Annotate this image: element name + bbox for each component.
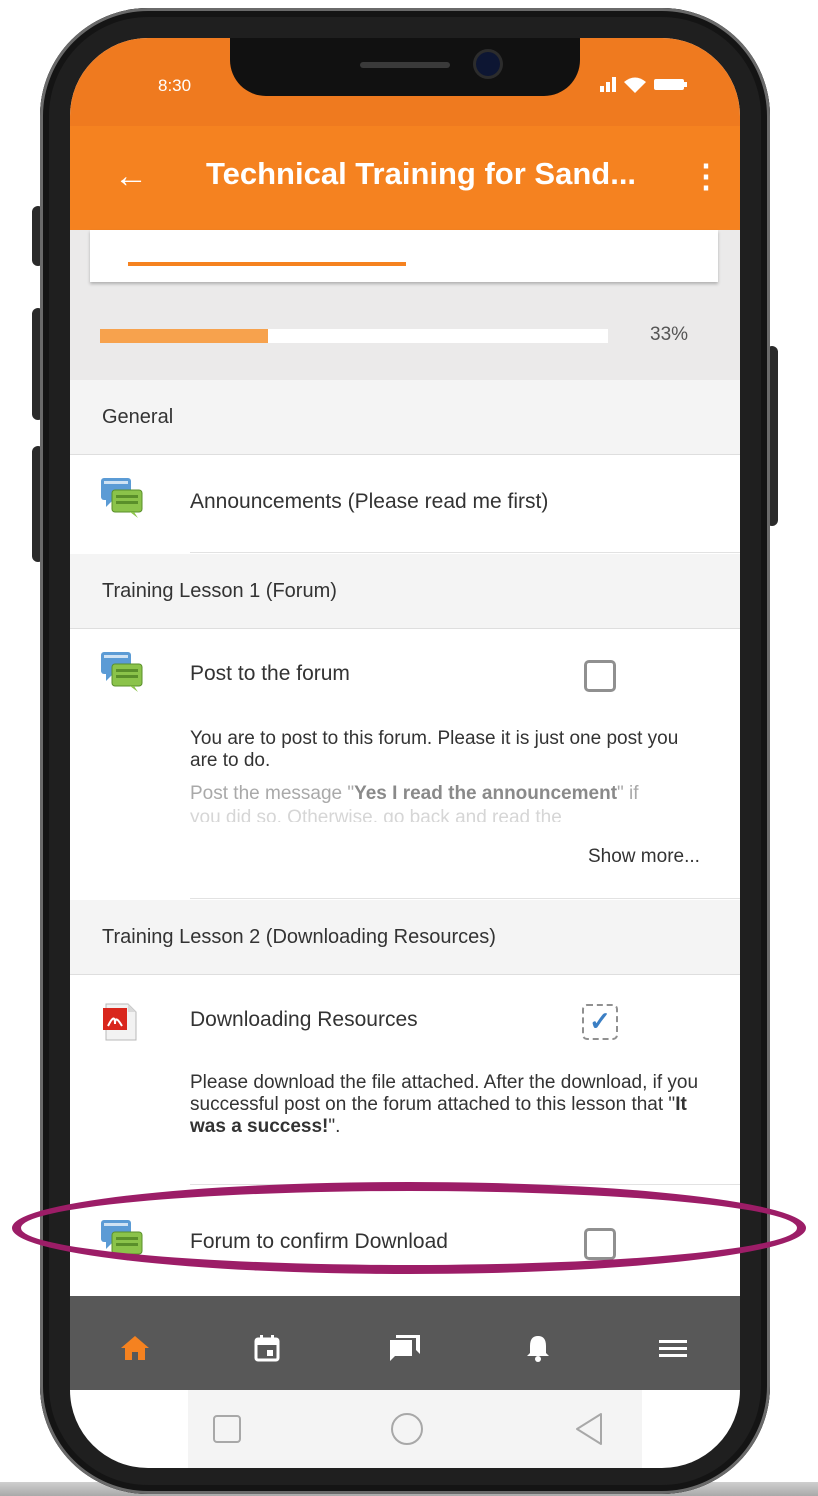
activity-name: Downloading Resources <box>190 1008 418 1031</box>
status-icons <box>600 77 687 93</box>
section-header-lesson-2: Training Lesson 2 (Downloading Resources… <box>70 900 740 975</box>
description-text: " if <box>617 783 639 804</box>
home-circle-icon[interactable] <box>390 1412 424 1446</box>
notifications-icon[interactable] <box>526 1334 550 1362</box>
activity-description-more: Post the message "Yes I read the announc… <box>190 782 730 822</box>
pdf-icon <box>103 1003 137 1041</box>
highlight-ellipse <box>12 1182 806 1274</box>
activity-name: Announcements (Please read me first) <box>190 490 549 513</box>
completion-checkbox[interactable] <box>584 660 616 692</box>
description-text: ". <box>328 1116 341 1137</box>
divider <box>190 552 740 553</box>
activity-name: Post to the forum <box>190 662 350 685</box>
section-header-lesson-1: Training Lesson 1 (Forum) <box>70 554 740 629</box>
calendar-icon[interactable] <box>254 1334 280 1362</box>
signal-icon <box>600 77 616 92</box>
activity-description: Please download the file attached. After… <box>190 1072 710 1138</box>
divider <box>190 898 740 899</box>
back-triangle-icon[interactable] <box>574 1412 604 1446</box>
section-header-general: General <box>70 380 740 455</box>
speaker-grille <box>360 62 450 68</box>
wifi-icon <box>624 77 646 93</box>
description-text: Please download the file attached. After… <box>190 1072 699 1115</box>
course-title: Technical Training for Sand... <box>206 156 637 191</box>
tab-active-indicator <box>128 262 406 266</box>
show-more-link[interactable]: Show more... <box>588 846 700 868</box>
menu-icon[interactable] <box>658 1334 688 1362</box>
section-title: Training Lesson 1 (Forum) <box>102 580 337 602</box>
recents-icon[interactable] <box>212 1414 242 1444</box>
progress-percent: 33% <box>650 324 689 345</box>
status-time: 8:30 <box>158 76 192 95</box>
status-bar: 8:30 <box>70 38 740 126</box>
more-vert-icon[interactable]: ⋮ <box>690 152 722 200</box>
home-icon[interactable] <box>120 1334 150 1362</box>
description-text: Post the message " <box>190 783 355 804</box>
system-nav-bar <box>188 1390 642 1468</box>
battery-icon <box>654 79 687 90</box>
tab-card <box>90 230 718 282</box>
progress-bar <box>100 329 608 343</box>
messages-icon[interactable] <box>388 1334 422 1362</box>
app-bar: ← Technical Training for Sand... ⋮ <box>70 126 740 230</box>
bottom-nav <box>70 1296 740 1390</box>
description-text: you did so. Otherwise, go back and read … <box>190 807 562 822</box>
auto-completion-check-icon: ✓ <box>582 1004 618 1040</box>
forum-icon <box>101 478 143 518</box>
section-title: General <box>102 406 174 428</box>
arrow-left-icon[interactable]: ← <box>114 152 148 200</box>
progress-bar-fill <box>100 329 268 343</box>
notch <box>230 38 580 96</box>
section-title: Training Lesson 2 (Downloading Resources… <box>102 926 496 948</box>
course-summary: 33% <box>70 230 740 380</box>
activity-description: You are to post to this forum. Please it… <box>190 728 679 771</box>
forum-icon <box>101 652 143 692</box>
description-bold: Yes I read the announcement <box>354 783 618 804</box>
front-camera <box>476 52 500 76</box>
